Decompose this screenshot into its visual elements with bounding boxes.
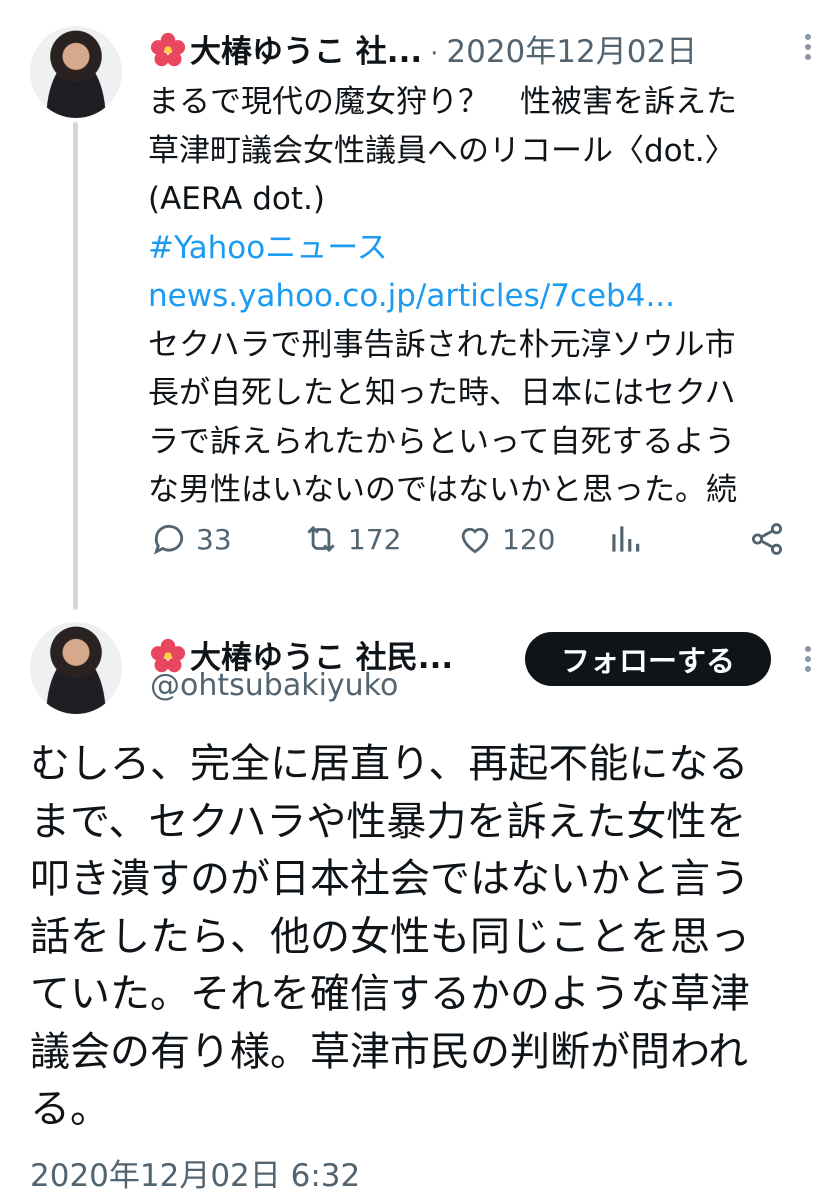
views-icon	[612, 526, 640, 552]
tweet-text-line: る。	[30, 1086, 110, 1132]
tweet-text-line: まで、セクハラや性暴力を訴えた女性を	[30, 798, 747, 845]
hibiscus-icon	[150, 32, 186, 67]
like-button[interactable]: 120	[456, 520, 555, 558]
more-icon[interactable]	[804, 642, 812, 676]
reply-count: 33	[196, 522, 232, 556]
tweet-text-line: ラで訴えられたからといって自死するよう	[148, 423, 736, 460]
tweet-text-line: 長が自死したと知った時、日本にはセクハ	[148, 375, 736, 411]
like-count: 120	[502, 522, 556, 556]
like-icon	[461, 527, 489, 554]
avatar[interactable]	[30, 622, 122, 714]
retweet-button[interactable]: 172	[302, 520, 401, 558]
article-link[interactable]: news.yahoo.co.jp/articles/7ceb4...	[148, 272, 826, 321]
tweet-text-line: な男性はいないのではないかと思った。続	[148, 472, 737, 508]
reply-button[interactable]: 33	[150, 520, 232, 558]
hashtag-link[interactable]: #Yahooニュース	[148, 224, 826, 273]
reply-icon	[153, 524, 184, 555]
retweet-icon	[307, 525, 335, 553]
avatar[interactable]	[30, 26, 122, 118]
tweet-text-line: 議会の有り様。草津市民の判断が問われ	[30, 1028, 748, 1075]
retweet-count: 172	[348, 522, 402, 556]
thread-connector	[73, 122, 78, 610]
tweet-text-line: セクハラで刑事告訴された朴元淳ソウル市	[148, 326, 736, 363]
tweet-date[interactable]: 2020年12月02日	[446, 34, 697, 70]
tweet1-header: 大椿ゆうこ 社... · 2020年12月02日	[150, 26, 697, 71]
more-icon[interactable]	[804, 30, 812, 64]
tweet-text-line: (AERA dot.)	[148, 181, 325, 217]
tweet-text-line: 草津町議会女性議員へのリコール〈dot.〉	[148, 132, 736, 169]
tweet-text-line: むしろ、完全に居直り、再起不能になる	[30, 741, 749, 787]
tweet-text-line: 話をしたら、他の女性も同じことを思っ	[30, 913, 750, 960]
share-icon	[751, 523, 783, 555]
tweet-text-line: まるで現代の魔女狩り？ 性被害を訴えた	[148, 84, 737, 120]
user-handle[interactable]: @ohtsubakiyuko	[150, 668, 398, 703]
follow-button[interactable]: フォローする	[525, 632, 771, 686]
tweet2-text: むしろ、完全に居直り、再起不能になる まで、セクハラや性暴力を訴えた女性を 叩き…	[30, 736, 820, 1139]
tweet1-text: まるで現代の魔女狩り？ 性被害を訴えた 草津町議会女性議員へのリコール〈dot.…	[148, 78, 826, 515]
action-bar: 33 172 120	[150, 520, 810, 570]
tweet-timestamp[interactable]: 2020年12月02日 6:32	[30, 1150, 360, 1195]
separator: ·	[430, 39, 439, 69]
tweet-text-line: ていた。それを確信するかのような草津	[30, 971, 750, 1017]
display-name[interactable]: 大椿ゆうこ 社...	[190, 34, 422, 70]
share-button[interactable]	[748, 520, 786, 558]
tweet-text-line: 叩き潰すのが日本社会ではないかと言う	[30, 856, 750, 902]
views-button[interactable]	[606, 520, 644, 558]
